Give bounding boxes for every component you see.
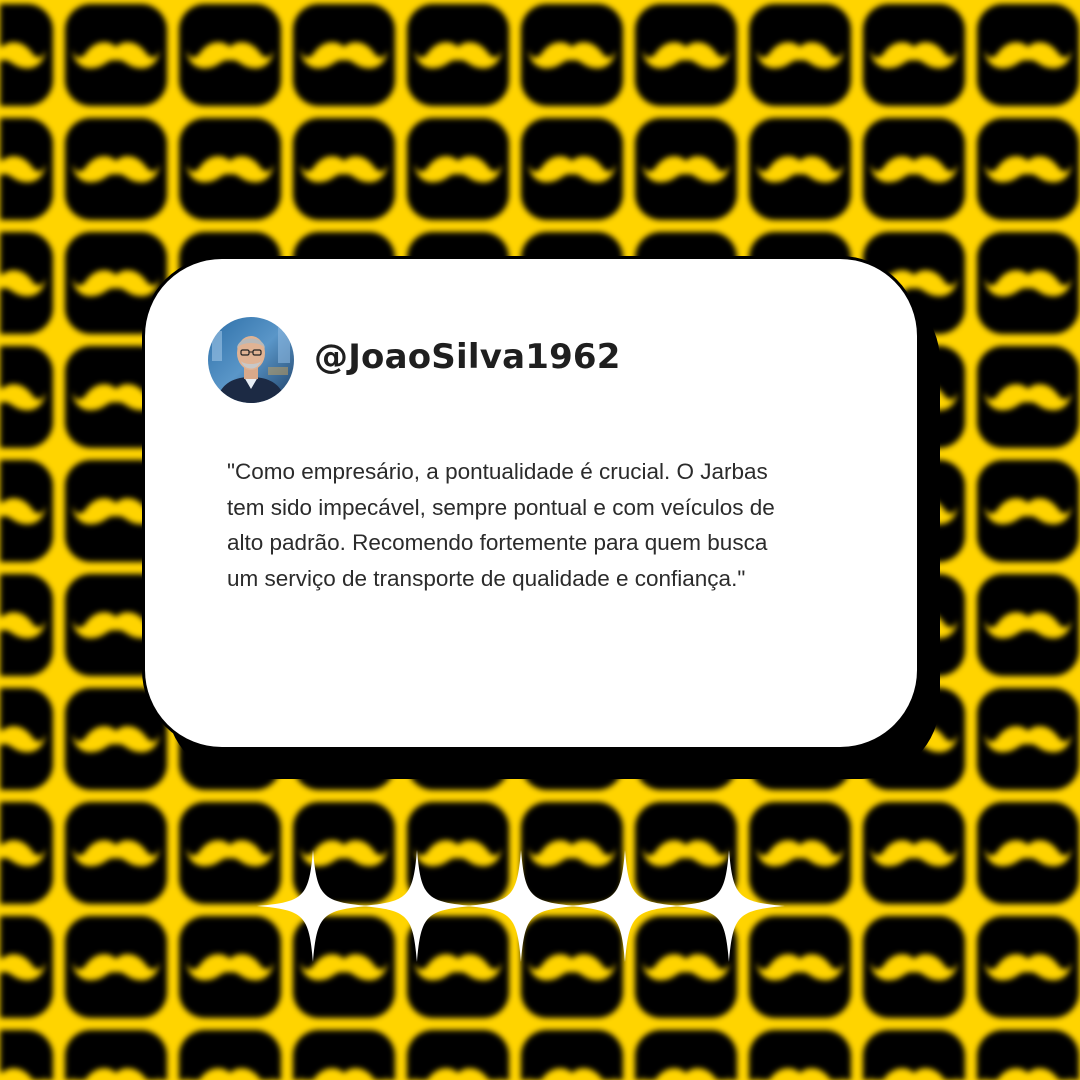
sparkle-star-icon (569, 850, 681, 962)
pattern-tile (407, 118, 509, 220)
pattern-tile (977, 118, 1079, 220)
pattern-tile (977, 460, 1079, 562)
pattern-tile (0, 916, 53, 1018)
pattern-tile (65, 916, 167, 1018)
pattern-tile (0, 4, 53, 106)
avatar (208, 317, 294, 403)
sparkle-star-icon (465, 850, 577, 962)
pattern-tile (0, 802, 53, 904)
pattern-tile (977, 232, 1079, 334)
pattern-tile (0, 346, 53, 448)
user-handle: @JoaoSilva1962 (314, 337, 621, 377)
pattern-tile (179, 1030, 281, 1080)
pattern-tile (0, 688, 53, 790)
pattern-tile (977, 1030, 1079, 1080)
sparkle-star-icon (673, 850, 785, 962)
pattern-tile (749, 1030, 851, 1080)
testimonial-card: @JoaoSilva1962 "Como empresário, a pontu… (142, 256, 920, 750)
pattern-tile (863, 118, 965, 220)
pattern-tile (635, 4, 737, 106)
pattern-tile (407, 4, 509, 106)
sparkle-star-icon (361, 850, 473, 962)
pattern-tile (0, 1030, 53, 1080)
pattern-tile (0, 574, 53, 676)
sparkle-star-icon (257, 850, 369, 962)
pattern-tile (521, 4, 623, 106)
pattern-tile (0, 460, 53, 562)
pattern-tile (635, 118, 737, 220)
pattern-tile (0, 118, 53, 220)
pattern-tile (977, 916, 1079, 1018)
pattern-tile (179, 4, 281, 106)
pattern-tile (293, 4, 395, 106)
pattern-tile (977, 574, 1079, 676)
pattern-tile (0, 232, 53, 334)
testimonial-quote: "Como empresário, a pontualidade é cruci… (227, 459, 775, 591)
pattern-tile (863, 1030, 965, 1080)
pattern-tile (293, 1030, 395, 1080)
pattern-tile (749, 118, 851, 220)
pattern-tile (65, 1030, 167, 1080)
pattern-tile (521, 118, 623, 220)
pattern-tile (407, 1030, 509, 1080)
pattern-tile (521, 1030, 623, 1080)
pattern-tile (179, 118, 281, 220)
pattern-tile (863, 802, 965, 904)
pattern-tile (977, 688, 1079, 790)
pattern-tile (977, 802, 1079, 904)
pattern-tile (977, 346, 1079, 448)
pattern-tile (863, 4, 965, 106)
pattern-tile (293, 118, 395, 220)
pattern-tile (635, 1030, 737, 1080)
pattern-tile (749, 4, 851, 106)
pattern-tile (65, 4, 167, 106)
pattern-tile (863, 916, 965, 1018)
pattern-tile (65, 118, 167, 220)
pattern-tile (977, 4, 1079, 106)
pattern-tile (65, 802, 167, 904)
star-rating (255, 850, 785, 962)
